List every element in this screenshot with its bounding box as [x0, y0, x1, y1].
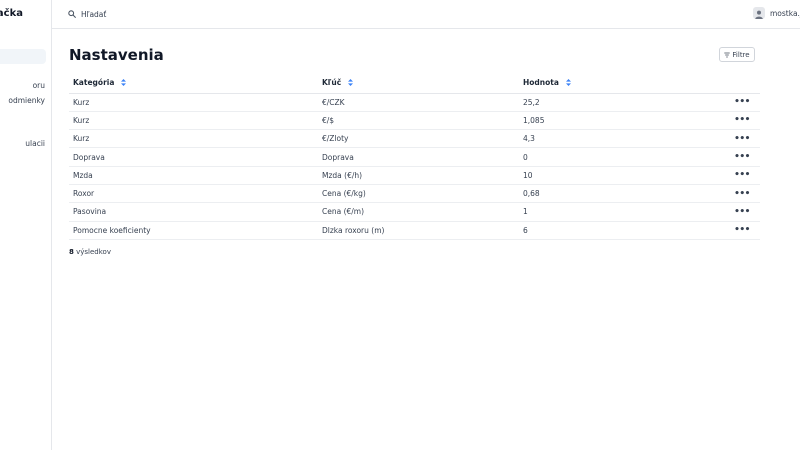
- cell-key: Cena (€/kg): [318, 184, 519, 204]
- sidebar-item-active[interactable]: [0, 49, 46, 64]
- page-title: Nastavenia: [69, 46, 164, 64]
- cell-key: €/Zloty: [318, 129, 519, 149]
- results-count: 8 výsledkov: [69, 248, 111, 256]
- table-row[interactable]: Kurz €/CZK 25,2 •••: [69, 93, 760, 112]
- avatar[interactable]: [753, 7, 765, 19]
- table-row[interactable]: Pomocne koeficienty Dlzka roxoru (m) 6 •…: [69, 221, 760, 240]
- filter-button-label: Filtre: [732, 50, 750, 59]
- cell-category: Pasovina: [69, 202, 318, 222]
- cell-value: 1,085: [519, 111, 724, 131]
- row-actions: •••: [724, 111, 760, 131]
- row-actions: •••: [724, 129, 760, 149]
- cell-value: 6: [519, 221, 724, 240]
- table-header-row: Kategória Kľúč Hodnota: [69, 73, 760, 94]
- top-bar: mostka.ja: [52, 0, 800, 29]
- cell-key: Cena (€/m): [318, 202, 519, 222]
- row-actions: •••: [724, 147, 760, 167]
- row-actions: •••: [724, 184, 760, 204]
- row-actions: •••: [724, 202, 760, 222]
- cell-category: Roxor: [69, 184, 318, 204]
- cell-category: Mzda: [69, 166, 318, 185]
- cell-key: €/CZK: [318, 93, 519, 112]
- more-icon[interactable]: •••: [734, 189, 750, 199]
- table-row[interactable]: Mzda Mzda (€/h) 10 •••: [69, 166, 760, 185]
- sidebar: ulačka oru odmienky ulacii: [0, 0, 52, 450]
- cell-value: 25,2: [519, 93, 724, 112]
- more-icon[interactable]: •••: [734, 97, 750, 107]
- cell-category: Doprava: [69, 147, 318, 167]
- sort-icon[interactable]: [565, 79, 571, 87]
- sort-icon[interactable]: [347, 79, 353, 87]
- search-input[interactable]: [81, 7, 241, 21]
- column-header-actions: [724, 73, 760, 94]
- column-header-label: Hodnota: [523, 78, 559, 88]
- sidebar-item-1[interactable]: oru: [33, 81, 45, 90]
- cell-key: Dlzka roxoru (m): [318, 221, 519, 240]
- cell-category: Kurz: [69, 129, 318, 149]
- cell-key: Mzda (€/h): [318, 166, 519, 185]
- username[interactable]: mostka.ja: [770, 9, 800, 18]
- results-count-label: výsledkov: [73, 248, 111, 256]
- cell-value: 4,3: [519, 129, 724, 149]
- cell-category: Kurz: [69, 93, 318, 112]
- cell-category: Pomocne koeficienty: [69, 221, 318, 240]
- column-header-label: Kľúč: [322, 78, 342, 88]
- table-row[interactable]: Doprava Doprava 0 •••: [69, 147, 760, 167]
- settings-table: Kategória Kľúč Hodnota Kurz €/CZK 25,2 •…: [69, 73, 760, 240]
- row-actions: •••: [724, 166, 760, 185]
- more-icon[interactable]: •••: [734, 115, 750, 125]
- app-brand[interactable]: ulačka: [0, 8, 23, 19]
- filter-icon: [724, 52, 731, 57]
- column-header-category[interactable]: Kategória: [69, 73, 318, 94]
- more-icon[interactable]: •••: [734, 170, 750, 180]
- column-header-label: Kategória: [73, 78, 115, 88]
- table-row[interactable]: Pasovina Cena (€/m) 1 •••: [69, 202, 760, 222]
- more-icon[interactable]: •••: [734, 207, 750, 217]
- column-header-value[interactable]: Hodnota: [519, 73, 724, 94]
- cell-category: Kurz: [69, 111, 318, 131]
- table-row[interactable]: Roxor Cena (€/kg) 0,68 •••: [69, 184, 760, 204]
- filter-button[interactable]: Filtre: [719, 47, 755, 62]
- table-row[interactable]: Kurz €/$ 1,085 •••: [69, 111, 760, 131]
- sidebar-item-3[interactable]: ulacii: [25, 139, 45, 148]
- user-icon: [755, 10, 763, 19]
- cell-value: 10: [519, 166, 724, 185]
- more-icon[interactable]: •••: [734, 134, 750, 144]
- cell-value: 1: [519, 202, 724, 222]
- search-icon[interactable]: [68, 10, 76, 18]
- table-row[interactable]: Kurz €/Zloty 4,3 •••: [69, 129, 760, 149]
- sidebar-item-2[interactable]: odmienky: [8, 96, 45, 105]
- cell-value: 0,68: [519, 184, 724, 204]
- row-actions: •••: [724, 93, 760, 112]
- more-icon[interactable]: •••: [734, 225, 750, 235]
- row-actions: •••: [724, 221, 760, 240]
- user-menu[interactable]: mostka.ja: [753, 7, 800, 19]
- cell-value: 0: [519, 147, 724, 167]
- sort-icon[interactable]: [121, 79, 127, 87]
- more-icon[interactable]: •••: [734, 152, 750, 162]
- cell-key: €/$: [318, 111, 519, 131]
- cell-key: Doprava: [318, 147, 519, 167]
- column-header-key[interactable]: Kľúč: [318, 73, 519, 94]
